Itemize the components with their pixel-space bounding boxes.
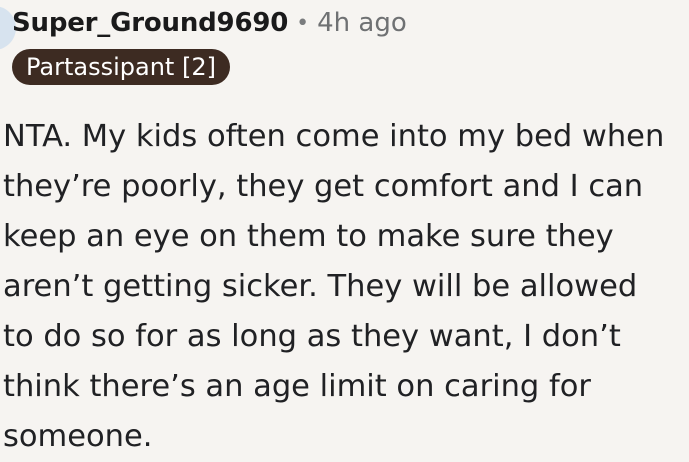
comment-meta: Super_Ground9690 • 4h ago (12, 4, 407, 42)
comment-body-line: think there’s an age limit on caring for (3, 369, 591, 404)
username-link[interactable]: Super_Ground9690 (12, 8, 288, 38)
timestamp[interactable]: 4h ago (317, 8, 407, 38)
user-flair: Partassipant [2] (12, 49, 230, 85)
comment-body-line: aren’t getting sicker. They will be allo… (3, 269, 638, 304)
comment-body-line: someone. (3, 419, 153, 454)
comment-body-line: NTA. My kids often come into my bed when (3, 119, 665, 154)
comment-body-line: to do so for as long as they want, I don… (3, 319, 621, 354)
comment: Super_Ground9690 • 4h ago Partassipant [… (0, 0, 689, 461)
meta-separator: • (296, 10, 310, 36)
comment-body-line: keep an eye on them to make sure they (3, 219, 614, 254)
comment-body: NTA. My kids often come into my bed when… (3, 112, 687, 462)
comment-body-line: they’re poorly, they get comfort and I c… (3, 169, 644, 204)
